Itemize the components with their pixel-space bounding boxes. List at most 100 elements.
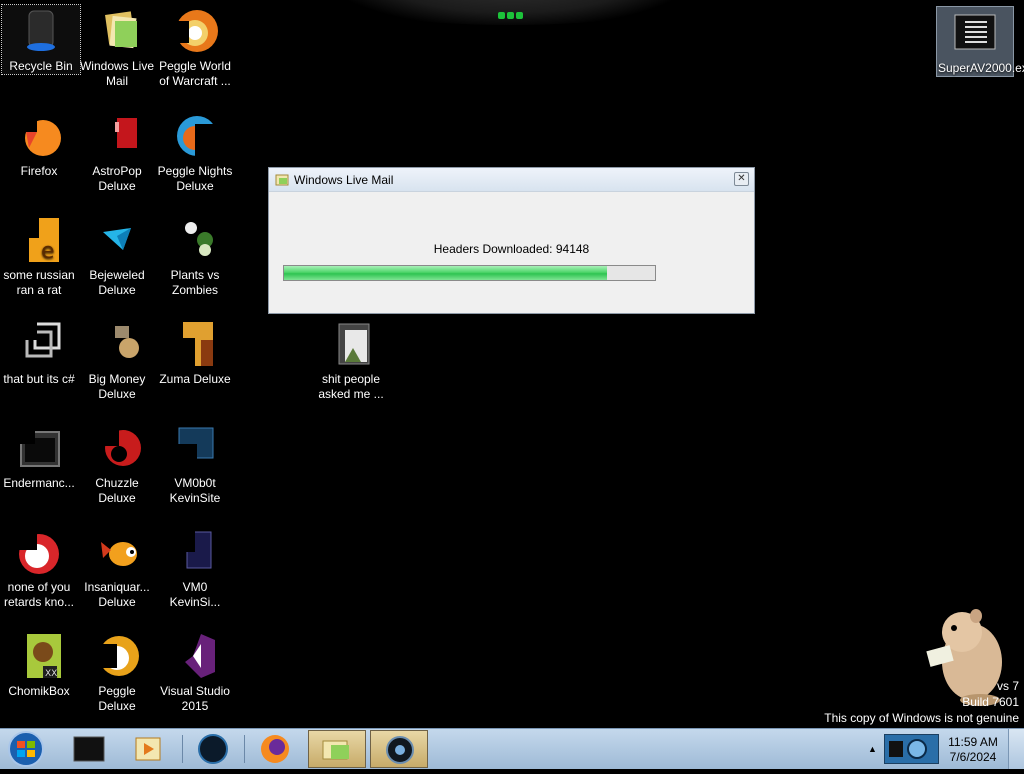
zuma-icon: [171, 320, 219, 368]
desktop-icon-superav[interactable]: SuperAV2000.exe: [936, 6, 1024, 77]
chomikbox-icon: XX: [15, 632, 63, 680]
desktop-icon-vm0[interactable]: VM0 KevinSi...: [156, 526, 234, 610]
windows-live-mail-dialog: Windows Live Mail ✕ Headers Downloaded: …: [268, 167, 755, 314]
desktop-icon-label: SuperAV2000.exe: [938, 61, 1024, 75]
peggle-icon: [15, 528, 63, 576]
dialog-titlebar[interactable]: Windows Live Mail ✕: [269, 168, 754, 192]
desktop-icon-label: Windows Live Mail: [79, 59, 155, 88]
executable-icon: [951, 9, 999, 57]
desktop-icon-chomikbox[interactable]: XX ChomikBox: [0, 630, 78, 699]
peggle-icon: [171, 112, 219, 160]
desktop-icon-label: Endermanc...: [3, 476, 75, 490]
desktop-icon-zuma[interactable]: Zuma Deluxe: [156, 318, 234, 387]
clock-time: 11:59 AM: [948, 735, 998, 749]
system-clock[interactable]: 11:59 AM 7/6/2024: [942, 735, 1004, 765]
desktop-icon-label: some russian ran a rat: [3, 268, 75, 297]
window-app-icon: [15, 424, 63, 472]
desktop-icon-label: Bejeweled Deluxe: [89, 268, 145, 297]
desktop-icon-recycle-bin[interactable]: Recycle Bin: [1, 4, 81, 75]
desktop-icon-label: VM0 KevinSi...: [169, 580, 221, 609]
desktop-icon-folder[interactable]: shit people asked me ...: [312, 318, 390, 402]
desktop-icon-label: Visual Studio 2015: [160, 684, 230, 713]
desktop-icon-label: ChomikBox: [8, 684, 70, 698]
watermark-os: vs 7: [996, 679, 1019, 693]
show-desktop-button[interactable]: [1008, 729, 1024, 769]
taskbar-app-dark[interactable]: [184, 730, 242, 768]
close-button[interactable]: ✕: [734, 172, 749, 186]
fish-icon: [93, 528, 141, 576]
mail-icon: [93, 7, 141, 55]
dialog-title: Windows Live Mail: [294, 173, 394, 187]
tray-app-icon[interactable]: [884, 734, 939, 764]
desktop-icon-that-but-its[interactable]: that but its c#: [0, 318, 78, 387]
desktop-icon-none-of-you[interactable]: none of you retards kno...: [0, 526, 78, 610]
desktop-icon-label: Recycle Bin: [9, 59, 73, 73]
desktop-icon-big-money[interactable]: Big Money Deluxe: [78, 318, 156, 402]
desktop-icon-label: Peggle Nights Deluxe: [157, 164, 233, 193]
desktop-icon-vm0b0t[interactable]: VM0b0t KevinSite: [156, 422, 234, 506]
peggle-icon: [93, 632, 141, 680]
desktop-gadget: [330, 0, 690, 25]
desktop-icon-label: Insaniquar... Deluxe: [84, 580, 150, 609]
desktop-icon-label: Zuma Deluxe: [159, 372, 231, 386]
desktop-icon-astropop[interactable]: AstroPop Deluxe: [78, 110, 156, 194]
desktop-icon-label: Chuzzle Deluxe: [95, 476, 139, 505]
tray-expand-icon[interactable]: ▲: [868, 744, 877, 754]
taskbar: ▲ 11:59 AM 7/6/2024: [0, 728, 1024, 769]
svg-text:e: e: [41, 239, 55, 264]
svg-text:XX: XX: [45, 669, 57, 679]
desktop-icon-chuzzle[interactable]: Chuzzle Deluxe: [78, 422, 156, 506]
big-money-icon: [93, 320, 141, 368]
desktop-icon-label: shit people asked me ...: [318, 372, 384, 401]
document-icon: [171, 528, 219, 576]
firefox-icon: [15, 112, 63, 160]
desktop-icon-visual-studio[interactable]: Visual Studio 2015: [156, 630, 234, 714]
taskbar-media-player[interactable]: [120, 730, 178, 768]
desktop-icon-windows-live-mail[interactable]: Windows Live Mail: [78, 5, 156, 89]
chuzzle-icon: [93, 424, 141, 472]
desktop-icon-some-russian[interactable]: e some russian ran a rat: [0, 214, 78, 298]
clock-date: 7/6/2024: [949, 750, 997, 764]
desktop-icon-plants-vs-zombies[interactable]: Plants vs Zombies: [156, 214, 234, 298]
astropop-icon: [93, 112, 141, 160]
desktop-icon-label: Big Money Deluxe: [88, 372, 146, 401]
desktop-icon-label: Peggle World of Warcraft ...: [159, 59, 231, 88]
desktop-icon-bejeweled[interactable]: Bejeweled Deluxe: [78, 214, 156, 298]
app-icon: [171, 424, 219, 472]
download-progress-bar: [283, 265, 656, 281]
desktop-icon-firefox[interactable]: Firefox: [0, 110, 78, 179]
recycle-bin-icon: [17, 7, 65, 55]
folder-icon: [327, 320, 375, 368]
desktop-icon-label: none of you retards kno...: [3, 580, 75, 609]
taskbar-separator: [182, 735, 183, 763]
desktop-icon-label: that but its c#: [3, 372, 75, 386]
desktop-icon-endermanc[interactable]: Endermanc...: [0, 422, 78, 491]
peggle-icon: [171, 7, 219, 55]
visual-studio-icon: [171, 632, 219, 680]
desktop-icon-label: AstroPop Deluxe: [92, 164, 142, 193]
watermark-build: Build 7601: [962, 695, 1019, 709]
mail-icon: [275, 173, 289, 186]
download-status-text: Headers Downloaded: 94148: [433, 242, 590, 256]
taskbar-separator: [244, 735, 245, 763]
desktop-icon-label: Peggle Deluxe: [98, 684, 136, 713]
desktop-icon-label: Firefox: [20, 164, 58, 178]
start-button[interactable]: [4, 730, 48, 768]
file-icon: e: [15, 216, 63, 264]
desktop-icon-label: Plants vs Zombies: [170, 268, 220, 297]
taskbar-firefox[interactable]: [246, 730, 304, 768]
gem-icon: [93, 216, 141, 264]
windows-watermark: vs 7 Build 7601 This copy of Windows is …: [824, 678, 1019, 726]
taskbar-app-generic[interactable]: [60, 730, 118, 768]
taskbar-app-active[interactable]: [370, 730, 428, 768]
watermark-genuine-notice: This copy of Windows is not genuine: [824, 711, 1019, 725]
plant-icon: [171, 216, 219, 264]
desktop-icon-label: VM0b0t KevinSite: [169, 476, 221, 505]
progress-fill: [284, 266, 607, 280]
shortcut-icon: [15, 320, 63, 368]
desktop-icon-peggle-nights[interactable]: Peggle Nights Deluxe: [156, 110, 234, 194]
desktop-icon-peggle-wow[interactable]: Peggle World of Warcraft ...: [156, 5, 234, 89]
desktop-icon-insaniquarium[interactable]: Insaniquar... Deluxe: [78, 526, 156, 610]
desktop-icon-peggle-deluxe[interactable]: Peggle Deluxe: [78, 630, 156, 714]
taskbar-windows-live-mail[interactable]: [308, 730, 366, 768]
